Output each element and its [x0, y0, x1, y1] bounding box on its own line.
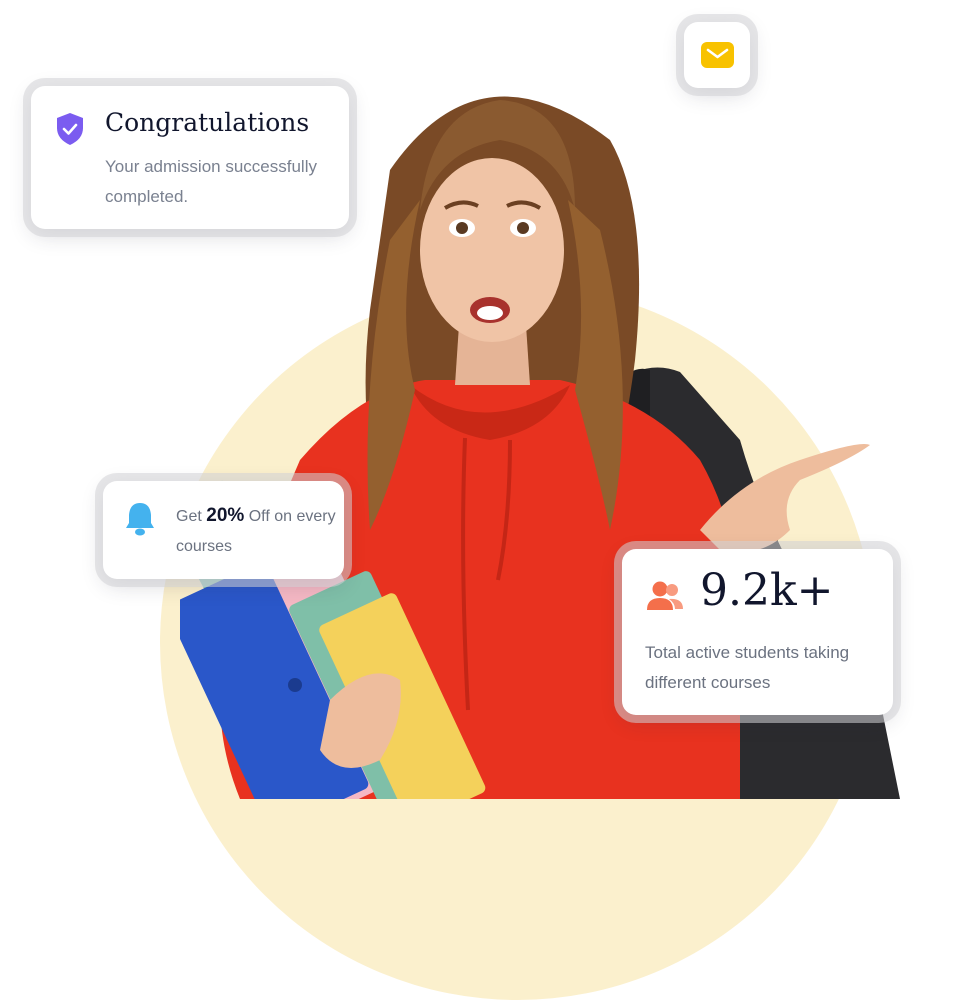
- mail-card[interactable]: [684, 22, 750, 88]
- offer-highlight: 20%: [206, 505, 245, 526]
- congratulations-card: Congratulations Your admission successfu…: [31, 86, 349, 229]
- congratulations-title: Congratulations: [105, 108, 310, 137]
- offer-prefix: Get: [176, 508, 202, 525]
- students-count: 9.2k+: [700, 565, 834, 616]
- congratulations-description: Your admission successfully completed.: [105, 157, 317, 206]
- users-icon: [647, 581, 683, 610]
- students-stat-card: 9.2k+ Total active students taking diffe…: [622, 549, 893, 715]
- students-description: Total active students taking different c…: [645, 643, 850, 692]
- offer-text: Get 20% Off on every courses: [176, 501, 336, 562]
- offer-card: Get 20% Off on every courses: [103, 481, 344, 579]
- mail-icon: [701, 42, 734, 68]
- shield-check-icon: [57, 113, 83, 145]
- bell-icon: [126, 503, 154, 536]
